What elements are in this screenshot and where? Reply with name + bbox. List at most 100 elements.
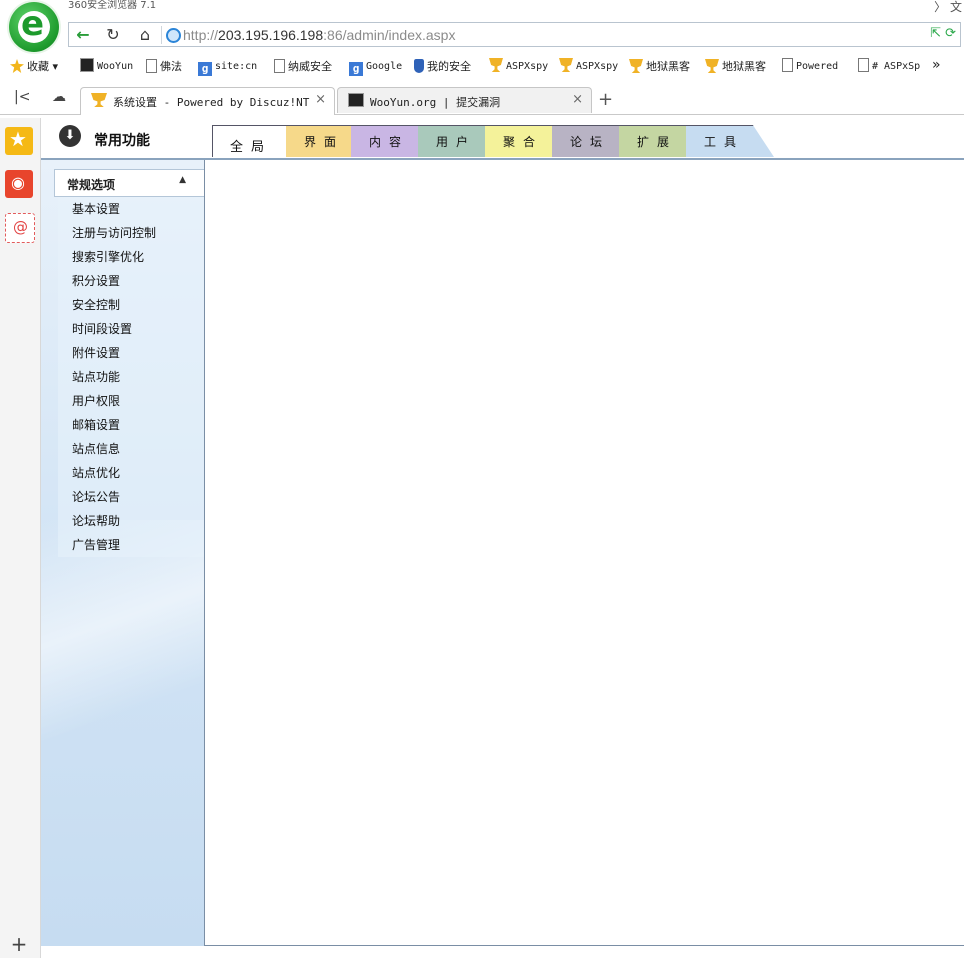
sidebar-item-site-optimization[interactable]: 站点优化 <box>58 461 204 485</box>
bookmark-item[interactable]: ASPXspy <box>489 58 548 76</box>
refresh-icon[interactable]: ↻ <box>99 25 127 45</box>
browser-titlebar: 360安全浏览器 7.1 〉 文 <box>0 0 964 16</box>
trophy-icon <box>629 59 643 73</box>
bookmark-item[interactable]: 地狱黑客 <box>629 58 690 76</box>
sidebar-item-announcements[interactable]: 论坛公告 <box>58 485 204 509</box>
bookmark-label: 地狱黑客 <box>722 60 766 73</box>
share-icon[interactable]: ⇱ ⟳ <box>930 26 956 41</box>
caret-up-icon[interactable]: ▲ <box>179 175 186 185</box>
bookmark-label: 佛法 <box>160 60 182 73</box>
bookmark-item[interactable]: 我的安全 <box>414 58 471 76</box>
bookmark-label: 纳威安全 <box>288 60 332 73</box>
shield-icon <box>414 59 424 73</box>
bookmark-label: 收藏 <box>27 60 49 73</box>
new-tab-icon[interactable]: + <box>598 89 613 110</box>
sidebar-item-site-features[interactable]: 站点功能 <box>58 365 204 389</box>
star-icon <box>10 59 24 73</box>
google-icon: g <box>349 62 363 76</box>
browser-side-toolbar: + <box>0 118 41 958</box>
sidebar-item-attachments[interactable]: 附件设置 <box>58 341 204 365</box>
bookmark-item[interactable]: ASPXspy <box>559 58 618 76</box>
add-icon[interactable]: + <box>5 930 33 958</box>
tab-label: WooYun.org | 提交漏洞 <box>370 96 501 109</box>
url-prefix: http:// <box>183 27 219 43</box>
bookmark-label: site:cn <box>215 61 258 72</box>
tab-label: 系统设置 - Powered by Discuz!NT <box>113 96 310 109</box>
url-host: 203.195.196.198 <box>218 27 324 43</box>
sidebar-item-security[interactable]: 安全控制 <box>58 293 204 317</box>
url-path: :86/admin/index.aspx <box>323 27 456 43</box>
bookmark-favorites[interactable]: 收藏 ▾ <box>10 58 58 76</box>
admin-sidebar: 常规选项 ▲ 基本设置 注册与访问控制 搜索引擎优化 积分设置 安全控制 时间段… <box>41 160 204 946</box>
close-icon[interactable]: × <box>572 92 583 107</box>
browser-tab[interactable]: WooYun.org | 提交漏洞 × <box>337 87 592 113</box>
admin-header: ⬇ 常用功能 全局 界面 内容 用户 聚合 论坛 扩展 工具 <box>41 118 964 160</box>
page-icon <box>782 58 793 72</box>
sidebar-item-email-settings[interactable]: 邮箱设置 <box>58 413 204 437</box>
sidebar-item-help[interactable]: 论坛帮助 <box>58 509 204 533</box>
browser-tabbar: |< ☁ 系统设置 - Powered by Discuz!NT × WooYu… <box>0 85 964 115</box>
sidebar-item-credits[interactable]: 积分设置 <box>58 269 204 293</box>
address-bar[interactable]: ← ↻ ⌂ http://203.195.196.198:86/admin/in… <box>68 22 961 47</box>
bookmarks-bar: 收藏 ▾ WooYun 佛法 g site:cn 纳威安全 g Google 我的安… <box>0 55 964 79</box>
tab-label: 扩展 <box>637 135 678 149</box>
bookmark-item[interactable]: 纳威安全 <box>274 58 332 76</box>
trophy-icon <box>559 58 573 72</box>
sidebar-item-ads[interactable]: 广告管理 <box>58 533 204 557</box>
weibo-icon[interactable] <box>5 170 33 198</box>
sidebar-item-user-permissions[interactable]: 用户权限 <box>58 389 204 413</box>
globe-icon <box>166 28 181 43</box>
bookmark-item[interactable]: g Google <box>349 58 402 76</box>
tab-label: 用户 <box>436 135 477 149</box>
more-bookmarks-icon[interactable]: » <box>932 56 941 74</box>
close-icon[interactable]: × <box>315 92 326 107</box>
cloud-icon[interactable]: ☁ <box>52 89 66 105</box>
bookmark-item[interactable]: g site:cn <box>198 58 257 76</box>
titlebar-right-controls[interactable]: 〉 文 <box>934 0 962 15</box>
favorites-icon[interactable] <box>5 127 33 155</box>
section-title: 常用功能 <box>94 133 150 149</box>
bookmark-label: # ASPxSp <box>872 61 921 72</box>
tab-label: 界面 <box>304 135 345 149</box>
sidebar-group-label: 常规选项 <box>67 178 116 192</box>
bookmark-item[interactable]: 佛法 <box>146 58 182 76</box>
page-footer-strip <box>41 946 964 958</box>
sidebar-group-header[interactable]: 常规选项 ▲ <box>54 169 204 197</box>
collapse-sidebar-icon[interactable]: |< <box>14 89 30 105</box>
arrow-down-circle-icon[interactable]: ⬇ <box>59 125 81 147</box>
mail-icon[interactable] <box>5 213 35 243</box>
bookmark-item[interactable]: WooYun <box>80 58 133 76</box>
sidebar-item-seo[interactable]: 搜索引擎优化 <box>58 245 204 269</box>
back-arrow-icon[interactable]: ← <box>69 25 97 45</box>
page-icon <box>146 59 157 73</box>
bookmark-label: ASPXspy <box>506 61 549 72</box>
sidebar-item-registration-access[interactable]: 注册与访问控制 <box>58 221 204 245</box>
tab-label: 聚合 <box>503 135 544 149</box>
bookmark-label: ASPXspy <box>576 61 619 72</box>
url-text[interactable]: http://203.195.196.198:86/admin/index.as… <box>183 26 455 44</box>
sidebar-item-time-periods[interactable]: 时间段设置 <box>58 317 204 341</box>
trophy-icon <box>91 93 107 107</box>
page-icon <box>858 58 869 72</box>
divider <box>161 26 162 44</box>
browser-tab-active[interactable]: 系统设置 - Powered by Discuz!NT × <box>80 87 335 115</box>
bookmark-label: Powered <box>796 61 839 72</box>
browser-logo-icon[interactable] <box>9 2 59 52</box>
sidebar-item-basic-settings[interactable]: 基本设置 <box>58 197 204 221</box>
main-content-frame <box>204 160 964 946</box>
bookmark-item[interactable]: # ASPxSp <box>858 58 920 76</box>
home-icon[interactable]: ⌂ <box>131 25 159 45</box>
bookmark-label: 地狱黑客 <box>646 60 690 73</box>
wooyun-icon <box>348 93 364 107</box>
bookmark-item[interactable]: Powered <box>782 58 838 76</box>
sidebar-decoration <box>41 520 204 780</box>
bookmark-item[interactable]: 地狱黑客 <box>705 58 766 76</box>
wooyun-icon <box>80 58 94 72</box>
bookmark-label: 我的安全 <box>427 60 471 73</box>
page-icon <box>274 59 285 73</box>
tab-label: 工具 <box>704 135 745 149</box>
tab-tools[interactable]: 工具 <box>686 125 774 157</box>
sidebar-item-site-info[interactable]: 站点信息 <box>58 437 204 461</box>
app-title: 360安全浏览器 7.1 <box>68 0 157 11</box>
bookmark-label: WooYun <box>97 61 134 72</box>
